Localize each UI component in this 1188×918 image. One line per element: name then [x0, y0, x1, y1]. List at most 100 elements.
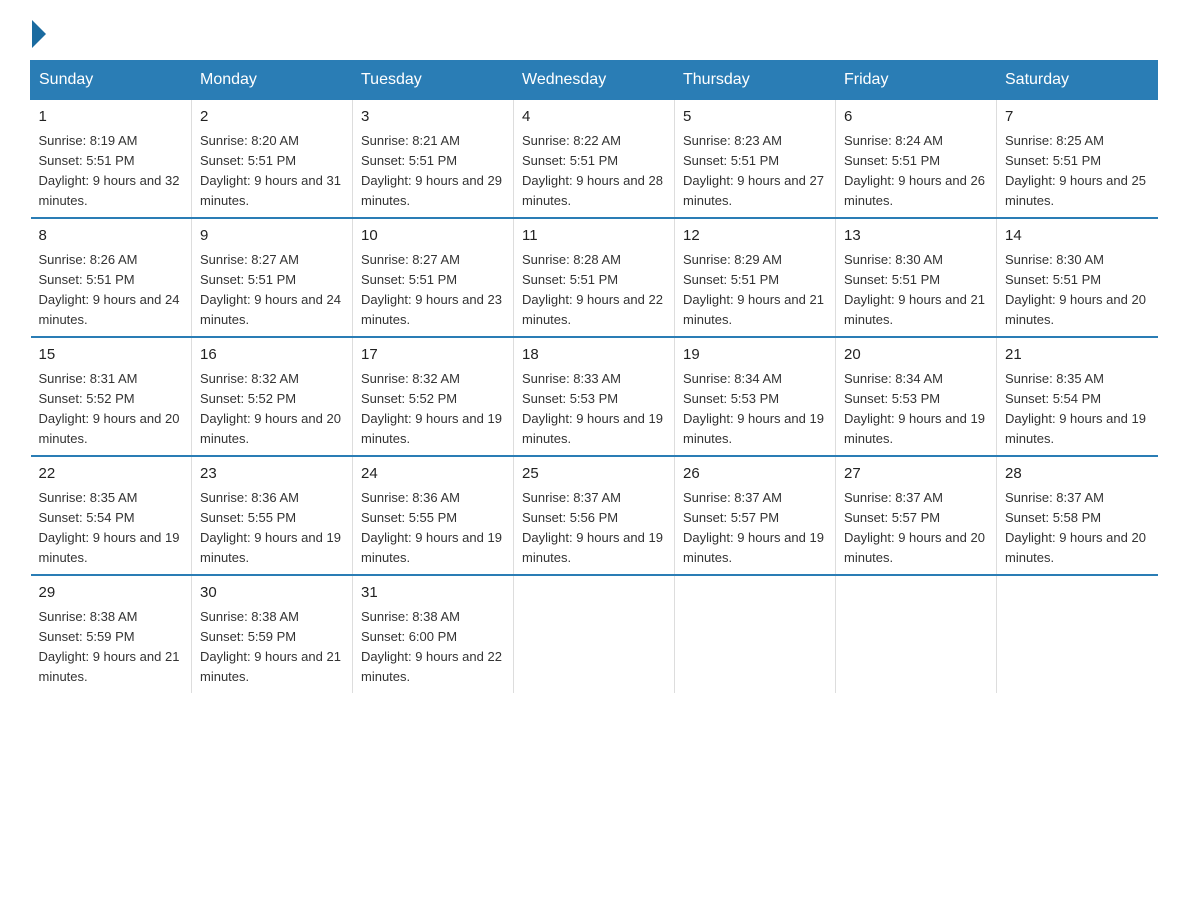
day-info: Sunrise: 8:34 AMSunset: 5:53 PMDaylight:…: [683, 371, 824, 446]
day-number: 19: [683, 344, 827, 367]
day-number: 22: [39, 463, 184, 486]
table-row: 16 Sunrise: 8:32 AMSunset: 5:52 PMDayligh…: [192, 337, 353, 456]
day-info: Sunrise: 8:27 AMSunset: 5:51 PMDaylight:…: [361, 252, 502, 327]
table-row: 2 Sunrise: 8:20 AMSunset: 5:51 PMDaylight…: [192, 100, 353, 219]
header-saturday: Saturday: [997, 61, 1158, 100]
day-info: Sunrise: 8:32 AMSunset: 5:52 PMDaylight:…: [200, 371, 341, 446]
calendar-week-row: 8 Sunrise: 8:26 AMSunset: 5:51 PMDaylight…: [31, 218, 1158, 337]
day-number: 16: [200, 344, 344, 367]
header-thursday: Thursday: [675, 61, 836, 100]
table-row: 1 Sunrise: 8:19 AMSunset: 5:51 PMDaylight…: [31, 100, 192, 219]
table-row: 21 Sunrise: 8:35 AMSunset: 5:54 PMDayligh…: [997, 337, 1158, 456]
calendar-week-row: 1 Sunrise: 8:19 AMSunset: 5:51 PMDaylight…: [31, 100, 1158, 219]
header-friday: Friday: [836, 61, 997, 100]
table-row: 30Sunrise: 8:38 AMSunset: 5:59 PMDayligh…: [192, 575, 353, 693]
calendar-header-row: Sunday Monday Tuesday Wednesday Thursday…: [31, 61, 1158, 100]
logo-top: [30, 20, 48, 48]
day-number: 30: [200, 582, 344, 605]
day-info: Sunrise: 8:37 AMSunset: 5:57 PMDaylight:…: [683, 490, 824, 565]
calendar-week-row: 29Sunrise: 8:38 AMSunset: 5:59 PMDayligh…: [31, 575, 1158, 693]
table-row: 18Sunrise: 8:33 AMSunset: 5:53 PMDayligh…: [514, 337, 675, 456]
day-number: 18: [522, 344, 666, 367]
day-info: Sunrise: 8:24 AMSunset: 5:51 PMDaylight:…: [844, 133, 985, 208]
calendar-table: Sunday Monday Tuesday Wednesday Thursday…: [30, 60, 1158, 693]
day-info: Sunrise: 8:26 AMSunset: 5:51 PMDaylight:…: [39, 252, 180, 327]
table-row: 25Sunrise: 8:37 AMSunset: 5:56 PMDayligh…: [514, 456, 675, 575]
day-info: Sunrise: 8:32 AMSunset: 5:52 PMDaylight:…: [361, 371, 502, 446]
table-row: 4 Sunrise: 8:22 AMSunset: 5:51 PMDaylight…: [514, 100, 675, 219]
header-sunday: Sunday: [31, 61, 192, 100]
day-number: 7: [1005, 106, 1150, 129]
day-info: Sunrise: 8:35 AMSunset: 5:54 PMDaylight:…: [39, 490, 180, 565]
table-row: 22 Sunrise: 8:35 AMSunset: 5:54 PMDayligh…: [31, 456, 192, 575]
table-row: 11 Sunrise: 8:28 AMSunset: 5:51 PMDayligh…: [514, 218, 675, 337]
table-row: 31 Sunrise: 8:38 AMSunset: 6:00 PMDayligh…: [353, 575, 514, 693]
table-row: 3 Sunrise: 8:21 AMSunset: 5:51 PMDaylight…: [353, 100, 514, 219]
day-info: Sunrise: 8:23 AMSunset: 5:51 PMDaylight:…: [683, 133, 824, 208]
day-info: Sunrise: 8:28 AMSunset: 5:51 PMDaylight:…: [522, 252, 663, 327]
table-row: 26Sunrise: 8:37 AMSunset: 5:57 PMDayligh…: [675, 456, 836, 575]
table-row: 17 Sunrise: 8:32 AMSunset: 5:52 PMDayligh…: [353, 337, 514, 456]
logo-arrow-icon: [32, 20, 46, 48]
table-row: 7Sunrise: 8:25 AMSunset: 5:51 PMDaylight…: [997, 100, 1158, 219]
day-number: 3: [361, 106, 505, 129]
table-row: 10Sunrise: 8:27 AMSunset: 5:51 PMDayligh…: [353, 218, 514, 337]
table-row: 5 Sunrise: 8:23 AMSunset: 5:51 PMDaylight…: [675, 100, 836, 219]
day-number: 5: [683, 106, 827, 129]
table-row: 15 Sunrise: 8:31 AMSunset: 5:52 PMDayligh…: [31, 337, 192, 456]
day-info: Sunrise: 8:34 AMSunset: 5:53 PMDaylight:…: [844, 371, 985, 446]
table-row: 13 Sunrise: 8:30 AMSunset: 5:51 PMDayligh…: [836, 218, 997, 337]
table-row: 28 Sunrise: 8:37 AMSunset: 5:58 PMDayligh…: [997, 456, 1158, 575]
day-number: 11: [522, 225, 666, 248]
day-number: 13: [844, 225, 988, 248]
day-number: 27: [844, 463, 988, 486]
calendar-week-row: 22 Sunrise: 8:35 AMSunset: 5:54 PMDayligh…: [31, 456, 1158, 575]
day-number: 24: [361, 463, 505, 486]
day-number: 15: [39, 344, 184, 367]
day-number: 1: [39, 106, 184, 129]
day-number: 17: [361, 344, 505, 367]
day-number: 6: [844, 106, 988, 129]
day-info: Sunrise: 8:37 AMSunset: 5:56 PMDaylight:…: [522, 490, 663, 565]
day-info: Sunrise: 8:29 AMSunset: 5:51 PMDaylight:…: [683, 252, 824, 327]
day-number: 8: [39, 225, 184, 248]
table-row: 20 Sunrise: 8:34 AMSunset: 5:53 PMDayligh…: [836, 337, 997, 456]
header-wednesday: Wednesday: [514, 61, 675, 100]
day-number: 14: [1005, 225, 1150, 248]
day-number: 2: [200, 106, 344, 129]
day-info: Sunrise: 8:38 AMSunset: 5:59 PMDaylight:…: [39, 609, 180, 684]
calendar-week-row: 15 Sunrise: 8:31 AMSunset: 5:52 PMDayligh…: [31, 337, 1158, 456]
day-info: Sunrise: 8:30 AMSunset: 5:51 PMDaylight:…: [844, 252, 985, 327]
day-info: Sunrise: 8:36 AMSunset: 5:55 PMDaylight:…: [361, 490, 502, 565]
day-info: Sunrise: 8:31 AMSunset: 5:52 PMDaylight:…: [39, 371, 180, 446]
day-number: 21: [1005, 344, 1150, 367]
day-number: 20: [844, 344, 988, 367]
table-row: 29Sunrise: 8:38 AMSunset: 5:59 PMDayligh…: [31, 575, 192, 693]
day-number: 9: [200, 225, 344, 248]
day-info: Sunrise: 8:38 AMSunset: 6:00 PMDaylight:…: [361, 609, 502, 684]
table-row: 9 Sunrise: 8:27 AMSunset: 5:51 PMDaylight…: [192, 218, 353, 337]
day-number: 28: [1005, 463, 1150, 486]
day-info: Sunrise: 8:20 AMSunset: 5:51 PMDaylight:…: [200, 133, 341, 208]
day-info: Sunrise: 8:21 AMSunset: 5:51 PMDaylight:…: [361, 133, 502, 208]
table-row: 8 Sunrise: 8:26 AMSunset: 5:51 PMDaylight…: [31, 218, 192, 337]
header-tuesday: Tuesday: [353, 61, 514, 100]
day-info: Sunrise: 8:37 AMSunset: 5:57 PMDaylight:…: [844, 490, 985, 565]
table-row: [675, 575, 836, 693]
table-row: 12 Sunrise: 8:29 AMSunset: 5:51 PMDayligh…: [675, 218, 836, 337]
header-monday: Monday: [192, 61, 353, 100]
day-info: Sunrise: 8:22 AMSunset: 5:51 PMDaylight:…: [522, 133, 663, 208]
table-row: 24 Sunrise: 8:36 AMSunset: 5:55 PMDayligh…: [353, 456, 514, 575]
day-info: Sunrise: 8:37 AMSunset: 5:58 PMDaylight:…: [1005, 490, 1146, 565]
day-info: Sunrise: 8:27 AMSunset: 5:51 PMDaylight:…: [200, 252, 341, 327]
logo: [30, 20, 48, 40]
table-row: 14Sunrise: 8:30 AMSunset: 5:51 PMDayligh…: [997, 218, 1158, 337]
table-row: [514, 575, 675, 693]
day-number: 4: [522, 106, 666, 129]
day-number: 12: [683, 225, 827, 248]
table-row: 23Sunrise: 8:36 AMSunset: 5:55 PMDayligh…: [192, 456, 353, 575]
day-info: Sunrise: 8:19 AMSunset: 5:51 PMDaylight:…: [39, 133, 180, 208]
table-row: 27 Sunrise: 8:37 AMSunset: 5:57 PMDayligh…: [836, 456, 997, 575]
day-number: 31: [361, 582, 505, 605]
day-info: Sunrise: 8:35 AMSunset: 5:54 PMDaylight:…: [1005, 371, 1146, 446]
